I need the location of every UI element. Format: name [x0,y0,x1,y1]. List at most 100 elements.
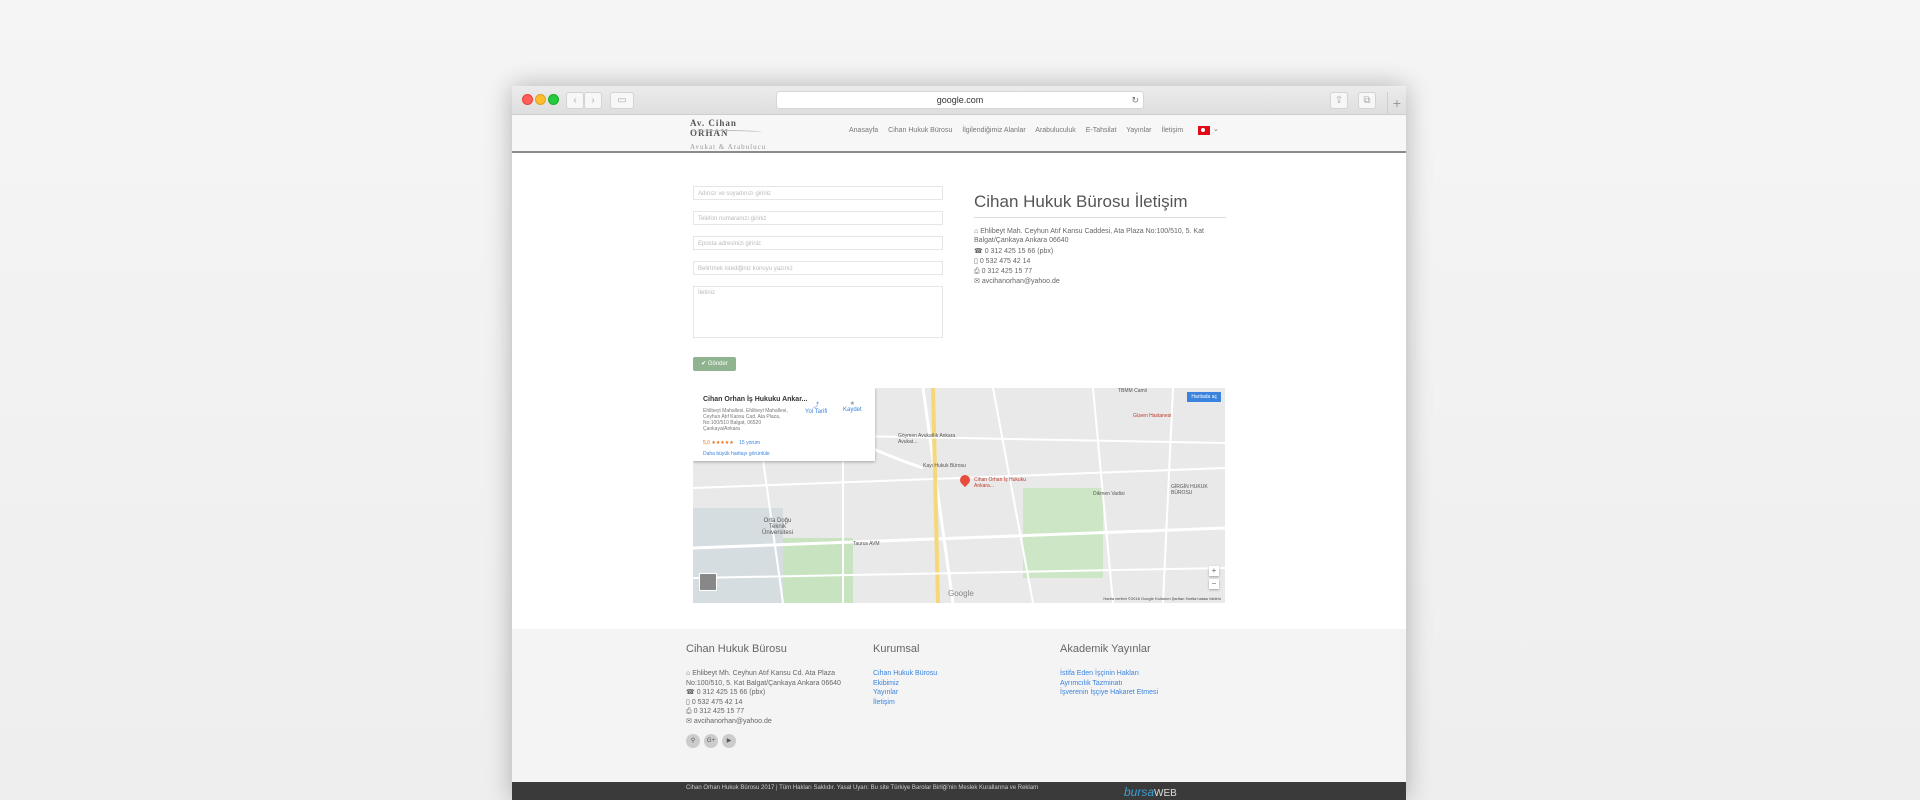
directions-button[interactable]: ⤴ Yol Tarifi [805,400,827,415]
phone-icon: ☎ [686,689,695,696]
nav-item-contact[interactable]: İletişim [1161,127,1183,134]
close-window-button[interactable] [522,94,533,105]
nav-item-areas[interactable]: İlgilendiğimiz Alanlar [962,127,1025,134]
location-icon[interactable]: ⚲ [686,734,700,748]
address-bar[interactable]: google.com ↻ [776,91,1144,109]
contact-address: ⌂ Ehlibeyt Mah. Ceyhun Atıf Kansu Caddes… [974,227,1214,245]
brand-main: bursa [1124,785,1155,799]
save-place-button[interactable]: ★ Kaydet [843,400,862,413]
phone-input[interactable]: Telefon numaranızı giriniz [693,211,943,225]
developer-logo[interactable]: bursaWEB [1124,785,1177,799]
contact-phone-text: 0 312 425 15 66 (pbx) [984,248,1054,255]
new-tab-button[interactable]: + [1387,92,1406,114]
share-icon[interactable]: ⇪ [1330,92,1348,109]
reviews-link[interactable]: 15 yorum [739,440,760,446]
browser-window: ‹ › ▭ google.com ↻ ⇪ ⧉ + Av. Cihan ORHAN… [512,86,1406,800]
name-input[interactable]: Adınızı ve soyadınızı giriniz [693,186,943,200]
turkish-flag-icon[interactable] [1198,126,1210,135]
nav-item-home[interactable]: Anasayfa [849,127,878,134]
footer-link-insult[interactable]: İşverenin İşçiye Hakaret Etmesi [1060,688,1240,698]
footer-col-corporate: Kurumsal Cihan Hukuk Bürosu Ekibimiz Yay… [873,643,1053,707]
nav-item-publications[interactable]: Yayınlar [1126,127,1151,134]
star-icon: ★ [849,401,856,407]
contact-phone: ☎ 0 312 425 15 66 (pbx) [974,247,1214,256]
site-header: Av. Cihan ORHAN Avukat & Arabulucu Anasa… [512,115,1406,153]
map-label-taurus: Taurus AVM [853,541,880,547]
footer-fax: ⎙ 0 312 425 15 77 [686,707,866,717]
title-divider [974,217,1226,218]
footer-col-academic: Akademik Yayınlar İstifa Eden İşçinin Ha… [1060,643,1240,698]
footer-phone: ☎ 0 312 425 15 66 (pbx) [686,688,866,698]
place-title: Cihan Orhan İş Hukuku Ankar... [703,396,808,403]
footer-phone-text: 0 312 425 15 66 (pbx) [696,689,766,696]
rating-stars: 5,0 ★★★★★ [703,440,734,446]
footer-corporate-title: Kurumsal [873,643,920,655]
forward-button[interactable]: › [584,92,602,109]
directions-label: Yol Tarifi [805,409,828,415]
footer-link-contact[interactable]: İletişim [873,698,1053,708]
nav-item-office[interactable]: Cihan Hukuk Bürosu [888,127,952,134]
mobile-icon: ▯ [974,258,978,265]
main-nav: Anasayfa Cihan Hukuk Bürosu İlgilendiğim… [849,127,1191,134]
footer-address: ⌂ Ehlibeyt Mh. Ceyhun Atıf Kansu Cd. Ata… [686,669,866,688]
brand-web: WEB [1154,788,1177,799]
nav-item-mediation[interactable]: Arabuluculuk [1035,127,1075,134]
footer-address-text: Ehlibeyt Mh. Ceyhun Atıf Kansu Cd. Ata P… [686,670,841,687]
back-button[interactable]: ‹ [566,92,584,109]
maximize-window-button[interactable] [548,94,559,105]
contact-email: ✉ avcihanorhan@yahoo.de [974,277,1214,286]
reload-icon[interactable]: ↻ [1131,92,1139,108]
youtube-icon[interactable]: ▶ [722,734,736,748]
google-map[interactable]: Cihan Orhan İş Hukuku Ankar... Ehlibeyt … [693,388,1225,603]
browser-toolbar: ‹ › ▭ google.com ↻ ⇪ ⧉ + [512,86,1406,115]
contact-mobile-text: 0 532 475 42 14 [979,258,1031,265]
site-logo[interactable]: Av. Cihan ORHAN Avukat & Arabulucu [690,118,770,151]
footer-mobile: ▯ 0 532 475 42 14 [686,698,866,708]
place-rating: 5,0 ★★★★★ 15 yorum [703,440,760,446]
map-label-guven: Güven Hastanesi [1133,413,1172,419]
contact-fax-text: 0 312 425 15 77 [981,268,1033,275]
footer-office-title: Cihan Hukuk Bürosu [686,643,787,655]
contact-email-text[interactable]: avcihanorhan@yahoo.de [982,278,1060,285]
map-label-dikmen: Dikmen Vadisi [1093,491,1125,497]
tabs-icon[interactable]: ⧉ [1358,92,1376,109]
footer-academic-title: Akademik Yayınlar [1060,643,1151,655]
footer-link-office[interactable]: Cihan Hukuk Bürosu [873,669,1053,679]
footer-link-discrimination[interactable]: Ayrımcılık Tazminatı [1060,679,1240,689]
home-icon: ⌂ [974,228,979,235]
footer-link-publications[interactable]: Yayınlar [873,688,1053,698]
contact-address-text: Ehlibeyt Mah. Ceyhun Atıf Kansu Caddesi,… [974,228,1204,244]
street-view-icon[interactable] [699,573,717,591]
fax-icon: ⎙ [974,268,980,275]
sidebar-toggle-icon[interactable]: ▭ [610,92,634,109]
zoom-out-button[interactable]: − [1209,579,1219,589]
fax-icon: ⎙ [686,708,692,715]
open-map-button[interactable]: Haritada aç [1187,392,1221,402]
footer-email-text[interactable]: avcihanorhan@yahoo.de [694,718,772,725]
footer-link-resign[interactable]: İstifa Eden İşçinin Hakları [1060,669,1240,679]
subject-input[interactable]: Belirtmek istediğiniz konuyu yazınız [693,261,943,275]
send-button[interactable]: ✔ Gönder [693,357,736,371]
directions-icon: ⤴ [813,403,820,409]
contact-mobile: ▯ 0 532 475 42 14 [974,257,1214,266]
google-plus-icon[interactable]: G+ [704,734,718,748]
minimize-window-button[interactable] [535,94,546,105]
place-card: Cihan Orhan İş Hukuku Ankar... Ehlibeyt … [693,388,875,461]
footer-fax-text: 0 312 425 15 77 [693,708,745,715]
save-label: Kaydet [843,407,862,413]
footer-link-team[interactable]: Ekibimiz [873,679,1053,689]
map-label-tbmm: TBMM Camii [1118,388,1147,394]
url-text: google.com [936,95,984,105]
map-label-odtu: Orta Doğu Teknik Üniversitesi [761,518,793,536]
email-input[interactable]: Eposta adresinizi giriniz [693,236,943,250]
nav-item-collection[interactable]: E-Tahsilat [1086,127,1117,134]
larger-map-link[interactable]: Daha büyük haritayı görüntüle [703,451,770,457]
mobile-icon: ▯ [686,698,690,706]
chevron-down-icon[interactable]: ⌄ [1213,125,1219,133]
footer-col-office: Cihan Hukuk Bürosu ⌂ Ehlibeyt Mh. Ceyhun… [686,643,866,726]
footer-mobile-text: 0 532 475 42 14 [691,698,743,706]
message-textarea[interactable]: İletiniz [693,286,943,338]
zoom-in-button[interactable]: + [1209,566,1219,576]
envelope-icon: ✉ [686,717,692,725]
map-attribution: Harita verileri ©2018 Google Kullanım Şa… [1103,596,1221,601]
